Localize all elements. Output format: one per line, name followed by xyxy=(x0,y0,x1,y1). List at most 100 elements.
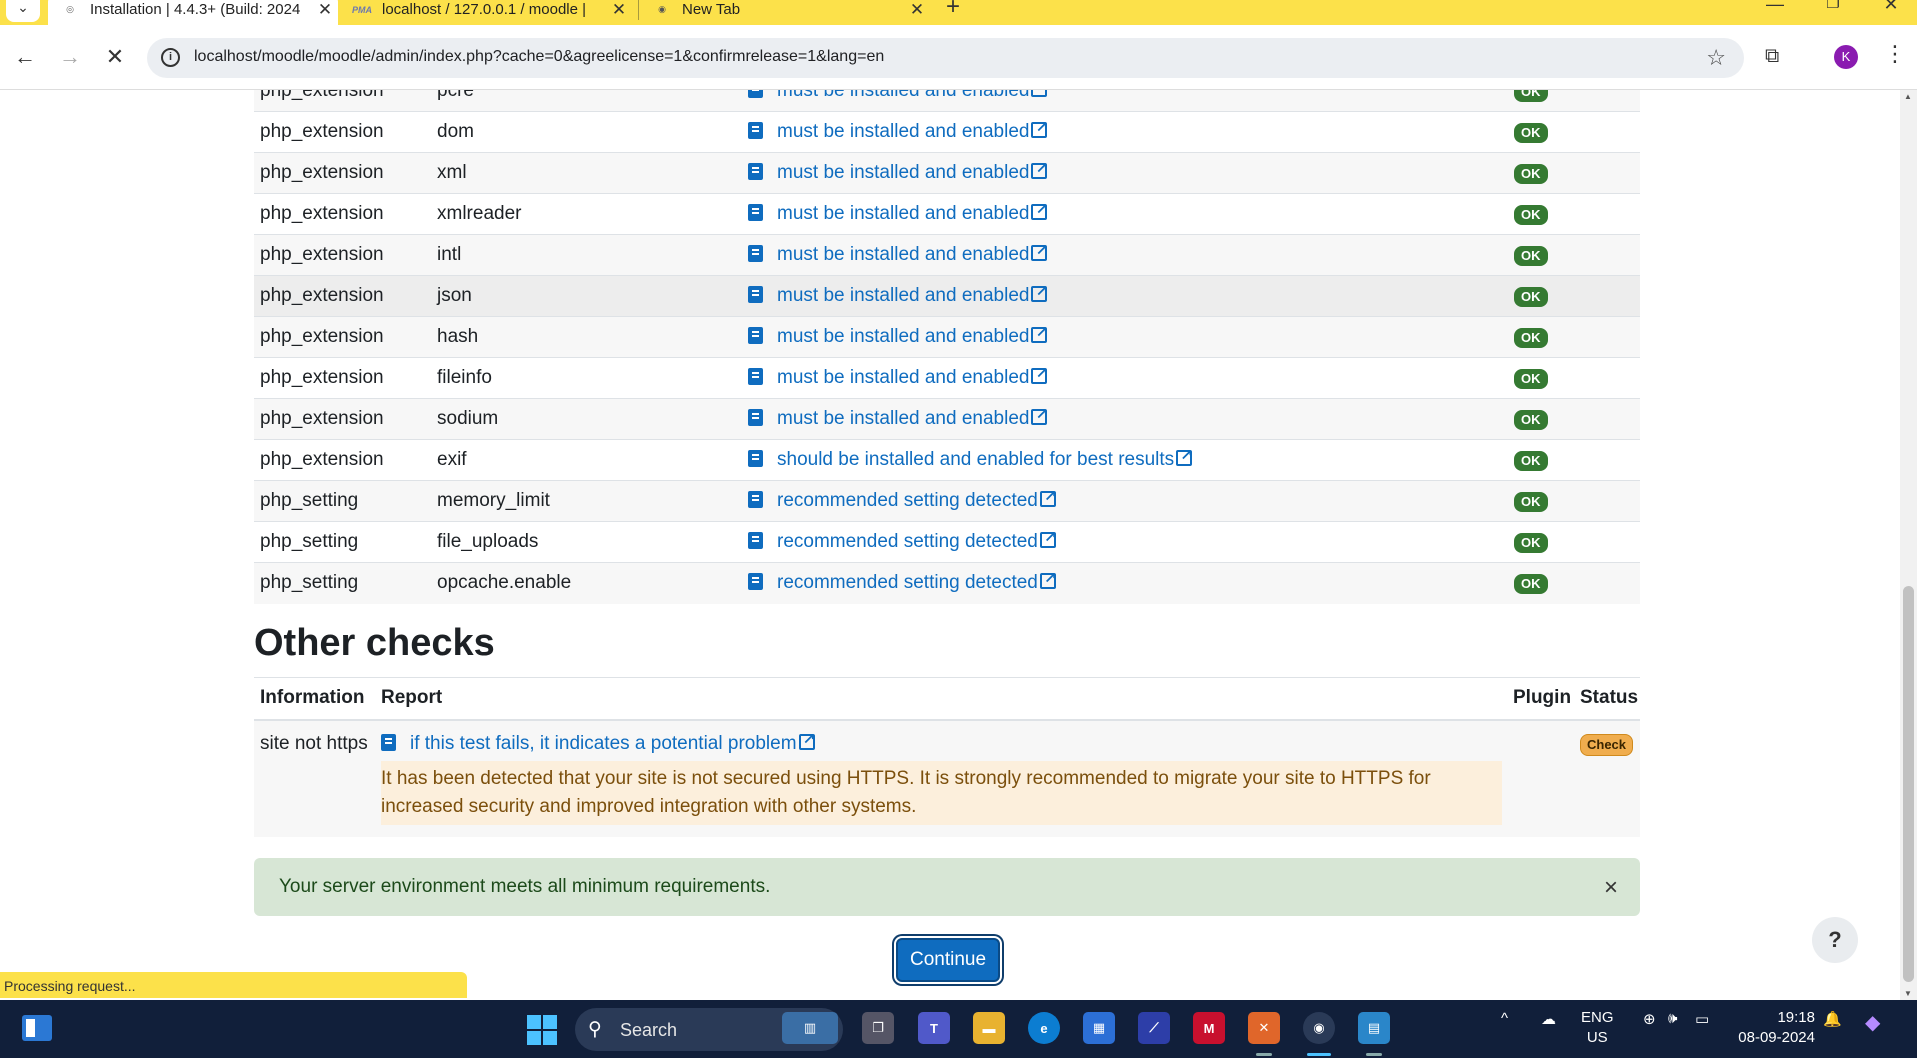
status-badge: OK xyxy=(1514,451,1548,471)
report-link[interactable]: must be installed and enabled xyxy=(777,282,1048,306)
tab-new-tab[interactable]: ◉ New Tab ✕ xyxy=(640,0,930,25)
toolbar: ← → ✕ i localhost/moodle/moodle/admin/in… xyxy=(0,25,1917,90)
notepad-icon[interactable]: ▤ xyxy=(1358,1012,1390,1044)
name-cell: fileinfo xyxy=(437,357,748,399)
battery-icon[interactable]: ▭ xyxy=(1695,1010,1709,1028)
extensions-icon[interactable]: ⧉ xyxy=(1765,45,1779,68)
report-link[interactable]: should be installed and enabled for best… xyxy=(777,446,1193,470)
tab-search-button[interactable]: ⌄ xyxy=(6,0,40,22)
scrollbar-thumb[interactable] xyxy=(1903,586,1914,982)
report-link[interactable]: recommended setting detected xyxy=(777,569,1056,593)
book-icon xyxy=(748,409,763,426)
name-cell: xml xyxy=(437,152,748,194)
network-icon[interactable]: ⊕ xyxy=(1643,1010,1656,1028)
status-cell: OK xyxy=(1514,398,1640,440)
notification-bell-icon[interactable]: 🔔 xyxy=(1823,1010,1842,1028)
report-link[interactable]: must be installed and enabled xyxy=(777,323,1048,347)
language-indicator[interactable]: ENG US xyxy=(1581,1008,1614,1048)
scroll-up-icon[interactable]: ▲ xyxy=(1904,92,1912,101)
report-link[interactable]: must be installed and enabled xyxy=(777,200,1048,224)
type-cell: php_extension xyxy=(254,111,437,153)
status-badge: OK xyxy=(1514,287,1548,307)
report-link-text: must be installed and enabled xyxy=(777,326,1030,347)
copilot-icon[interactable]: ◆ xyxy=(1865,1010,1880,1035)
report-link[interactable]: recommended setting detected xyxy=(777,487,1056,511)
url-text[interactable]: localhost/moodle/moodle/admin/index.php?… xyxy=(194,48,884,66)
help-button[interactable]: ? xyxy=(1812,917,1858,963)
report-cell: recommended setting detected xyxy=(748,480,1514,522)
name-cell: json xyxy=(437,275,748,317)
tab-phpmyadmin[interactable]: PMA localhost / 127.0.0.1 / moodle | ✕ xyxy=(340,0,632,25)
onedrive-icon[interactable]: ☁ xyxy=(1541,1010,1556,1028)
edge-icon[interactable]: e xyxy=(1028,1012,1060,1044)
status-cell: OK xyxy=(1514,521,1640,563)
tab-title: Installation | 4.4.3+ (Build: 2024 xyxy=(90,1,301,18)
report-link[interactable]: must be installed and enabled xyxy=(777,118,1048,142)
task-view-icon[interactable]: ❐ xyxy=(862,1012,894,1044)
table-row: php_extension xml must be installed and en… xyxy=(254,152,1640,194)
info-cell: site not https xyxy=(254,719,375,837)
scroll-down-icon[interactable]: ▼ xyxy=(1904,989,1912,998)
report-link[interactable]: if this test fails, it indicates a poten… xyxy=(410,730,815,754)
chevron-up-icon[interactable]: ^ xyxy=(1501,1010,1508,1027)
vscode-like-icon[interactable]: ⟋ xyxy=(1138,1012,1170,1044)
search-highlight-icon[interactable]: ▥ xyxy=(782,1012,838,1044)
name-cell: memory_limit xyxy=(437,480,748,522)
type-cell: php_setting xyxy=(254,480,437,522)
restore-icon[interactable]: ❐ xyxy=(1818,0,1848,12)
external-link-icon xyxy=(1031,241,1048,261)
status-cell: OK xyxy=(1514,357,1640,399)
back-icon[interactable]: ← xyxy=(10,44,40,70)
status-badge: OK xyxy=(1514,410,1548,430)
external-link-icon xyxy=(1031,405,1048,425)
xampp-icon[interactable]: ✕ xyxy=(1248,1012,1280,1044)
report-cell: if this test fails, it indicates a poten… xyxy=(375,719,1513,837)
table-row: php_extension pcre must be installed and e… xyxy=(254,90,1640,112)
table-row: php_setting file_uploads recommended setti… xyxy=(254,521,1640,563)
tab-installation[interactable]: ◎ Installation | 4.4.3+ (Build: 2024 ✕ xyxy=(48,0,338,25)
book-icon xyxy=(748,163,763,180)
report-link[interactable]: must be installed and enabled xyxy=(777,364,1048,388)
lang-line2: US xyxy=(1586,1029,1608,1046)
menu-icon[interactable]: ⋮ xyxy=(1884,41,1906,67)
scrollbar[interactable]: ▲ ▼ xyxy=(1900,90,1917,1000)
report-cell: must be installed and enabled xyxy=(748,357,1514,399)
external-link-icon xyxy=(1039,487,1056,507)
close-icon[interactable]: ✕ xyxy=(312,0,338,20)
report-link[interactable]: recommended setting detected xyxy=(777,528,1056,552)
avatar[interactable]: K xyxy=(1834,45,1858,69)
bookmark-star-icon[interactable]: ☆ xyxy=(1706,45,1726,71)
clock[interactable]: 19:18 08-09-2024 xyxy=(1733,1008,1815,1048)
report-link[interactable]: must be installed and enabled xyxy=(777,159,1048,183)
address-bar[interactable]: i localhost/moodle/moodle/admin/index.ph… xyxy=(147,38,1744,78)
report-cell: must be installed and enabled xyxy=(748,193,1514,235)
table-row: php_extension json must be installed and e… xyxy=(254,275,1640,317)
new-tab-button[interactable]: + xyxy=(946,0,960,21)
forward-icon[interactable]: → xyxy=(55,44,85,70)
store-icon[interactable]: ▦ xyxy=(1083,1012,1115,1044)
volume-icon[interactable]: 🕪 xyxy=(1668,1010,1677,1027)
report-link[interactable]: must be installed and enabled xyxy=(777,405,1048,429)
site-info-icon[interactable]: i xyxy=(161,48,180,67)
close-icon[interactable]: ✕ xyxy=(904,0,930,20)
teams-icon[interactable]: T xyxy=(918,1012,950,1044)
file-explorer-icon[interactable]: ▬ xyxy=(973,1012,1005,1044)
report-link[interactable]: must be installed and enabled xyxy=(777,241,1048,265)
stop-icon[interactable]: ✕ xyxy=(100,44,130,70)
report-link[interactable]: must be installed and enabled xyxy=(777,90,1048,101)
minimize-icon[interactable]: — xyxy=(1760,0,1790,15)
chrome-icon[interactable]: ◉ xyxy=(1303,1012,1335,1044)
mcafee-icon[interactable]: M xyxy=(1193,1012,1225,1044)
close-icon[interactable]: ✕ xyxy=(606,0,632,20)
windows-start-icon[interactable] xyxy=(527,1015,557,1045)
app-active-indicator xyxy=(1307,1053,1331,1056)
continue-button[interactable]: Continue xyxy=(896,938,1000,982)
report-link-text: must be installed and enabled xyxy=(777,203,1030,224)
status-badge: OK xyxy=(1514,164,1548,184)
name-cell: intl xyxy=(437,234,748,276)
tab-title: New Tab xyxy=(682,1,741,18)
widgets-icon[interactable] xyxy=(22,1015,52,1041)
close-icon[interactable]: × xyxy=(1604,874,1618,902)
window-close-icon[interactable]: ✕ xyxy=(1876,0,1906,15)
external-link-icon xyxy=(1039,528,1056,548)
